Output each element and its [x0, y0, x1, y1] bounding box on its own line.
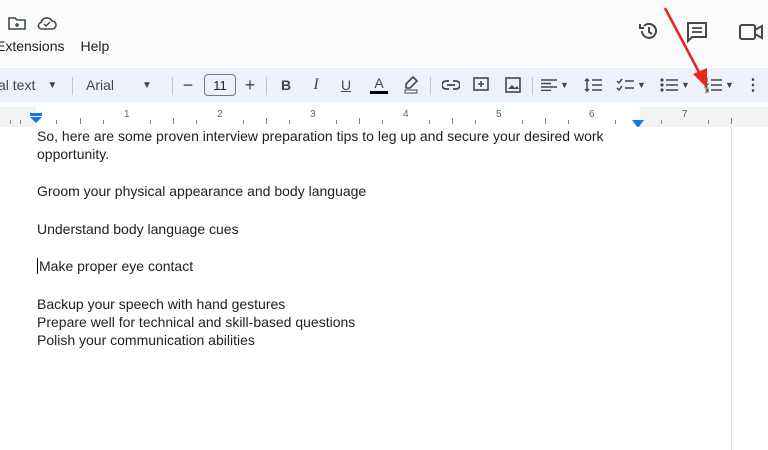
- menu-bar: Extensions Help: [0, 38, 109, 54]
- ruler-number: 4: [403, 109, 409, 120]
- insert-image-icon[interactable]: [502, 68, 524, 102]
- font-family-label: Arial: [86, 77, 115, 93]
- font-size-input[interactable]: 11: [204, 74, 236, 96]
- ruler: 1 2 3 4 5 6 7: [0, 107, 768, 128]
- formatting-toolbar: al text ▼ Arial ▼ − + B I U A ▼ ▼ ▼ ▼ ⋮: [0, 68, 768, 102]
- ruler-number: 1: [124, 109, 130, 120]
- left-indent-marker-icon[interactable]: [30, 110, 42, 128]
- align-left-icon[interactable]: ▼: [540, 68, 570, 102]
- line-spacing-icon[interactable]: [582, 68, 604, 102]
- menu-extensions[interactable]: Extensions: [0, 38, 64, 54]
- text-color-letter: A: [374, 75, 384, 91]
- document-line[interactable]: Prepare well for technical and skill-bas…: [37, 313, 355, 331]
- insert-link-icon[interactable]: [440, 68, 462, 102]
- meet-video-icon[interactable]: [739, 23, 765, 41]
- document-line[interactable]: Backup your speech with hand gestures: [37, 295, 285, 313]
- document-line[interactable]: Polish your communication abilities: [37, 331, 255, 349]
- document-line[interactable]: opportunity.: [37, 145, 109, 163]
- underline-button[interactable]: U: [338, 68, 354, 102]
- document-page[interactable]: [0, 127, 730, 450]
- bold-button[interactable]: B: [278, 68, 294, 102]
- document-line: Make proper eye contact: [39, 258, 194, 274]
- annotation-arrow-icon: [663, 7, 707, 88]
- chevron-down-icon: ▼: [637, 80, 646, 90]
- paragraph-style-label: al text: [0, 77, 36, 93]
- decrease-font-size-button[interactable]: −: [180, 68, 196, 102]
- increase-font-size-button[interactable]: +: [242, 68, 258, 102]
- document-line-with-cursor[interactable]: Make proper eye contact: [37, 257, 193, 275]
- italic-button[interactable]: I: [308, 68, 324, 102]
- ruler-number: 7: [682, 109, 688, 120]
- font-family-dropdown[interactable]: Arial ▼: [86, 68, 162, 102]
- chevron-down-icon: ▼: [47, 79, 58, 91]
- more-options-icon[interactable]: ⋮: [744, 68, 762, 102]
- document-line[interactable]: So, here are some proven interview prepa…: [37, 127, 604, 145]
- add-comment-icon[interactable]: [470, 68, 492, 102]
- chevron-down-icon: ▼: [725, 80, 734, 90]
- checklist-icon[interactable]: ▼: [612, 68, 650, 102]
- title-bar: Extensions Help: [0, 0, 768, 66]
- ruler-number: 2: [217, 109, 223, 120]
- move-to-folder-icon[interactable]: [8, 15, 26, 31]
- text-cursor: [37, 258, 38, 274]
- cloud-saved-icon[interactable]: [37, 15, 57, 31]
- paragraph-style-dropdown[interactable]: al text ▼: [0, 68, 60, 102]
- ruler-number: 5: [496, 109, 502, 120]
- highlight-pen-icon[interactable]: [400, 68, 422, 102]
- ruler-number: 6: [589, 109, 595, 120]
- page-margin-area: [732, 127, 768, 450]
- ruler-number: 3: [310, 109, 316, 120]
- text-color-button[interactable]: A: [368, 68, 390, 102]
- chevron-down-icon: ▼: [142, 79, 152, 91]
- document-line[interactable]: Groom your physical appearance and body …: [37, 182, 366, 200]
- chevron-down-icon: ▼: [560, 80, 569, 90]
- document-line[interactable]: Understand body language cues: [37, 220, 239, 238]
- menu-help[interactable]: Help: [80, 38, 109, 54]
- text-color-swatch: [370, 91, 388, 94]
